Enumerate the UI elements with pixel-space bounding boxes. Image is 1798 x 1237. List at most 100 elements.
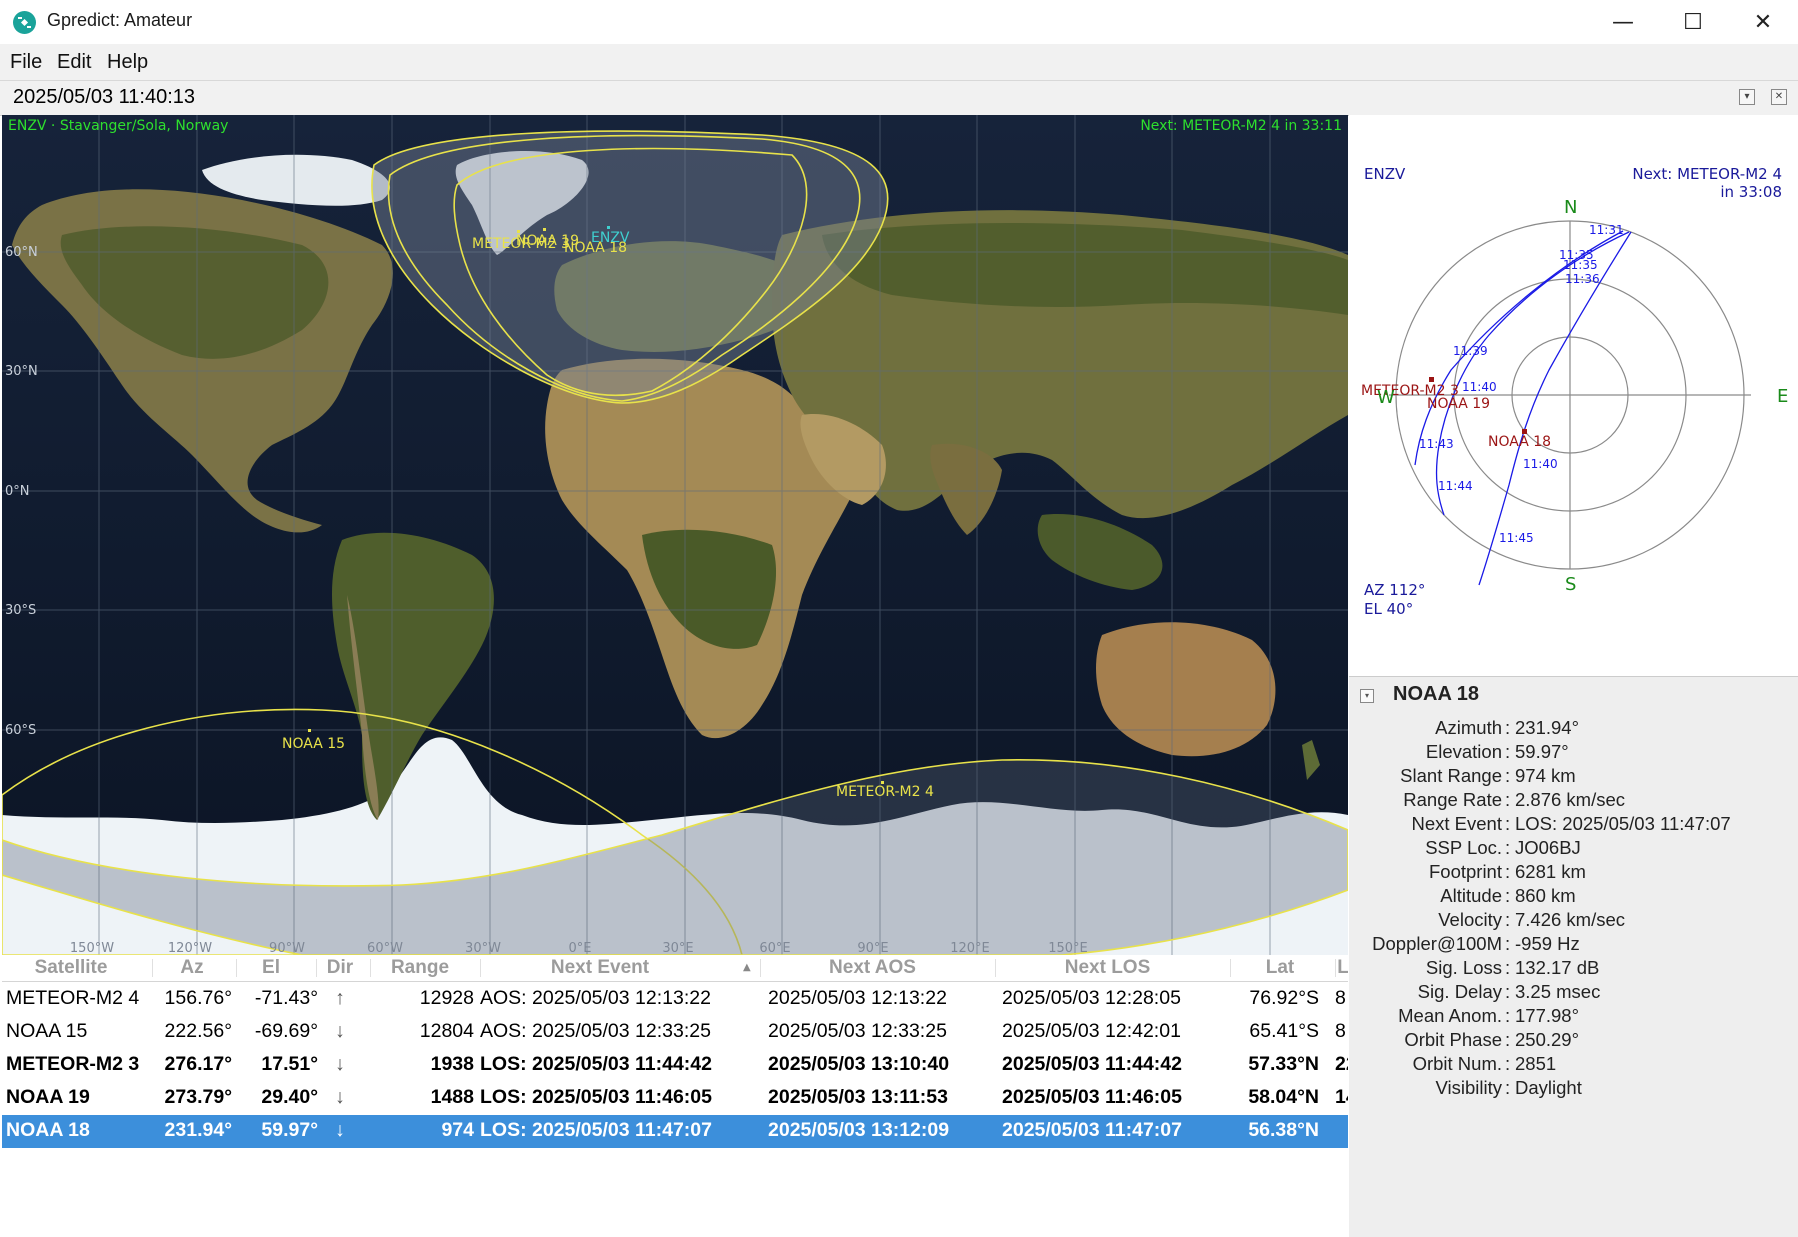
maximize-icon: ☐ xyxy=(1683,9,1703,35)
menu-help[interactable]: Help xyxy=(107,51,148,74)
polar-time: 11:43 xyxy=(1419,437,1454,451)
module-close-button[interactable]: ✕ xyxy=(1771,89,1787,105)
details-label: Range Rate xyxy=(1403,789,1502,810)
maximize-button[interactable]: ☐ xyxy=(1658,0,1728,44)
lat-label: 60°N xyxy=(5,245,38,260)
details-value: -959 Hz xyxy=(1515,933,1580,954)
lon-label: 150°W xyxy=(70,941,114,955)
table-cell-los: 2025/05/03 11:46:05 xyxy=(1002,1086,1182,1108)
details-label: Slant Range xyxy=(1400,765,1502,786)
polar-time: 11:35 xyxy=(1563,258,1598,272)
table-cell-aos: 2025/05/03 13:12:09 xyxy=(768,1119,950,1141)
table-row[interactable]: METEOR-M2 3 276.17° 17.51° ↓ 1938 LOS: 2025/0… xyxy=(2,1049,1348,1082)
details-toggle-button[interactable]: ▾ xyxy=(1360,689,1374,703)
details-separator: : xyxy=(1505,813,1511,834)
details-separator: : xyxy=(1505,909,1511,930)
table-cell-event: LOS: 2025/05/03 11:46:05 xyxy=(480,1086,712,1108)
lon-label: 90°W xyxy=(269,941,305,955)
details-value: 2.876 km/sec xyxy=(1515,789,1626,810)
table-cell-az: 276.17° xyxy=(164,1053,232,1075)
table-cell-dir: ↓ xyxy=(335,1086,345,1108)
details-separator: : xyxy=(1505,1029,1511,1050)
table-cell-los: 2025/05/03 12:28:05 xyxy=(1002,987,1181,1009)
details-row: Elevation: 59.97° xyxy=(1349,741,1798,765)
details-value: 974 km xyxy=(1515,765,1576,786)
details-label: Sig. Loss xyxy=(1425,957,1502,978)
menu-bar: File Edit Help xyxy=(0,44,1798,81)
details-label: Next Event xyxy=(1411,813,1503,834)
table-cell-lat: 58.04°N xyxy=(1248,1086,1319,1108)
details-title: NOAA 18 xyxy=(1393,683,1479,705)
table-cell-sat: METEOR-M2 4 xyxy=(6,987,140,1009)
details-value: LOS: 2025/05/03 11:47:07 xyxy=(1515,813,1731,834)
minimize-button[interactable]: — xyxy=(1588,0,1658,44)
column-header-next-event[interactable]: Next Event xyxy=(480,957,720,979)
column-header-satellite[interactable]: Satellite xyxy=(6,957,136,979)
station-label: ENZV xyxy=(591,230,630,246)
details-row: SSP Loc.: JO06BJ xyxy=(1349,837,1798,861)
details-row: Doppler@100M: -959 Hz xyxy=(1349,933,1798,957)
table-cell-az: 156.76° xyxy=(164,987,232,1009)
details-separator: : xyxy=(1505,885,1511,906)
lon-label: 60°E xyxy=(759,941,790,955)
lat-label: 30°S xyxy=(5,603,36,618)
details-row: Altitude:860 km xyxy=(1349,885,1798,909)
satellite-table[interactable]: Satellite Az El Dir Range Next Event ▲ N… xyxy=(2,955,1348,1236)
table-cell-dir: ↓ xyxy=(335,1119,345,1141)
details-separator: : xyxy=(1505,1077,1511,1098)
polar-az: AZ 112° xyxy=(1364,581,1425,599)
details-row: Orbit Phase:250.29° xyxy=(1349,1029,1798,1053)
table-header: Satellite Az El Dir Range Next Event ▲ N… xyxy=(2,955,1348,982)
table-cell-dir: ↓ xyxy=(335,1020,345,1042)
details-label: Doppler@100M xyxy=(1372,933,1502,954)
polar-time: 11:44 xyxy=(1438,479,1473,493)
details-label: Orbit Phase xyxy=(1404,1029,1502,1050)
table-row[interactable]: NOAA 19 273.79° 29.40° ↓ 1488 LOS: 2025/05/03… xyxy=(2,1082,1348,1115)
close-button[interactable]: ✕ xyxy=(1728,0,1798,44)
lon-label: 0°E xyxy=(569,941,592,955)
lon-label: 30°E xyxy=(662,941,693,955)
column-header-next-aos[interactable]: Next AOS xyxy=(760,957,985,979)
details-value: 132.17 dB xyxy=(1515,957,1600,978)
details-row: Sig. Delay:3.25 msec xyxy=(1349,981,1798,1005)
polar-view[interactable]: 11:31 11:35 11:35 11:36 11:39 11:40 11:4… xyxy=(1349,115,1798,675)
details-value: 177.98° xyxy=(1515,1005,1579,1026)
polar-next-line2: in 33:08 xyxy=(1720,183,1782,201)
details-row: Orbit Num.:2851 xyxy=(1349,1053,1798,1077)
column-header-lon[interactable]: L xyxy=(1336,957,1348,979)
pass-track-noaa19 xyxy=(1435,231,1630,516)
column-header-dir[interactable]: Dir xyxy=(316,957,364,979)
details-separator: : xyxy=(1505,1005,1511,1026)
table-row[interactable]: NOAA 18 231.94° 59.97° ↓ 974 LOS: 2025/05/03 … xyxy=(2,1115,1348,1148)
sort-ascending-icon: ▲ xyxy=(743,962,751,973)
world-map[interactable]: 60°N 30°N 0°N 30°S 60°S 150°W 120°W 90°W… xyxy=(2,115,1348,955)
sat-label-meteor-m2-4: METEOR-M2 4 xyxy=(836,784,934,800)
details-value: 59.97° xyxy=(1515,741,1569,762)
details-row: Footprint:6281 km xyxy=(1349,861,1798,885)
details-label: Sig. Delay xyxy=(1417,981,1502,1002)
details-label: SSP Loc. xyxy=(1425,837,1502,858)
column-header-az[interactable]: Az xyxy=(152,957,232,979)
current-time: 2025/05/03 11:40:13 xyxy=(13,86,196,108)
module-options-button[interactable]: ▾ xyxy=(1739,89,1755,105)
table-cell-az: 273.79° xyxy=(164,1086,232,1108)
details-value: JO06BJ xyxy=(1515,837,1581,858)
column-header-range[interactable]: Range xyxy=(370,957,470,979)
menu-file[interactable]: File xyxy=(10,51,42,74)
column-header-next-los[interactable]: Next LOS xyxy=(995,957,1220,979)
table-cell-range: 1938 xyxy=(430,1053,474,1075)
menu-edit[interactable]: Edit xyxy=(57,51,91,74)
column-header-el[interactable]: El xyxy=(236,957,306,979)
table-row[interactable]: METEOR-M2 4 156.76° -71.43° ↑ 12928 AOS: 2025… xyxy=(2,983,1348,1016)
table-cell-lon: 8 xyxy=(1335,987,1346,1009)
lat-label: 30°N xyxy=(5,364,38,379)
lon-label: 120°E xyxy=(950,941,990,955)
column-header-lat[interactable]: Lat xyxy=(1230,957,1330,979)
table-cell-lon: 22 xyxy=(1335,1053,1348,1075)
table-cell-aos: 2025/05/03 12:13:22 xyxy=(768,987,947,1009)
satellite-icon xyxy=(13,11,36,34)
table-cell-sat: NOAA 15 xyxy=(6,1020,88,1042)
polar-west: W xyxy=(1377,387,1395,408)
details-label: Velocity xyxy=(1438,909,1502,930)
table-row[interactable]: NOAA 15 222.56° -69.69° ↓ 12804 AOS: 2025/05/… xyxy=(2,1016,1348,1049)
